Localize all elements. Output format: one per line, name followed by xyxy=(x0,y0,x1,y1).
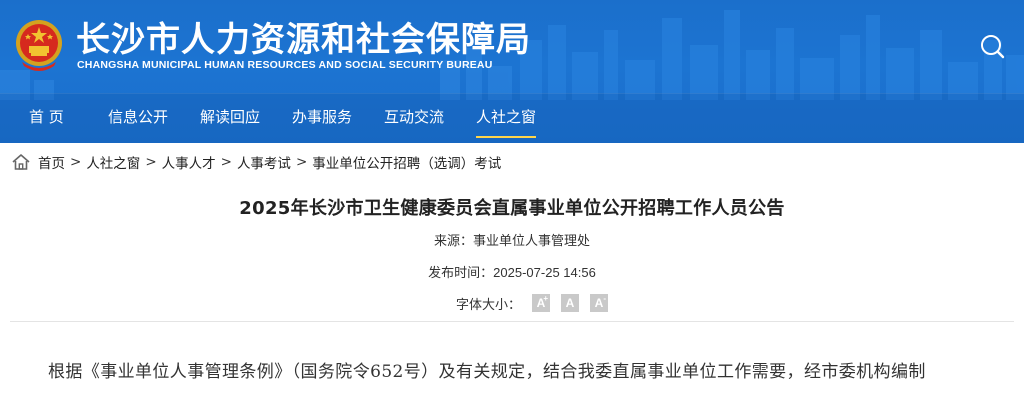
nav-item-hr-window[interactable]: 人社之窗 xyxy=(476,94,537,143)
published-label: 发布时间： xyxy=(428,266,494,281)
breadcrumb-hr-exam[interactable]: 人事考试 xyxy=(237,152,291,172)
article-title: 2025年长沙市卫生健康委员会直属事业单位公开招聘工作人员公告 xyxy=(239,198,785,219)
nav-item-interaction[interactable]: 互动交流 xyxy=(384,94,444,143)
article-source: 来源：事业单位人事管理处 xyxy=(0,230,1024,249)
breadcrumb-hr-talent[interactable]: 人事人才 xyxy=(162,152,216,172)
article-body-paragraph: 根据《事业单位人事管理条例》（国务院令652号）及有关规定，结合我委直属事业单位… xyxy=(48,362,926,382)
breadcrumb-separator: > xyxy=(220,154,232,170)
font-default-button[interactable]: A xyxy=(561,294,579,312)
font-decrease-button[interactable]: A- xyxy=(590,294,608,312)
site-subtitle: CHANGSHA MUNICIPAL HUMAN RESOURCES AND S… xyxy=(77,59,493,71)
nav-item-services[interactable]: 办事服务 xyxy=(292,94,352,143)
article-published-time: 发布时间：2025-07-25 14:56 xyxy=(0,262,1024,281)
site-header: 长沙市人力资源和社会保障局 CHANGSHA MUNICIPAL HUMAN R… xyxy=(0,0,1024,143)
font-increase-button[interactable]: A + xyxy=(532,294,550,312)
main-navigation: 首 页 信息公开 解读回应 办事服务 互动交流 人社之窗 xyxy=(0,93,1024,143)
breadcrumb-separator: > xyxy=(295,154,308,170)
national-emblem-icon xyxy=(16,20,62,71)
font-size-label: 字体大小： xyxy=(455,297,521,313)
breadcrumb-separator: > xyxy=(145,154,157,170)
search-icon[interactable] xyxy=(978,32,1006,60)
breadcrumb: 首页 > 人社之窗 > 人事人才 > 人事考试 > 事业单位公开招聘（选调）考试 xyxy=(10,151,501,173)
home-icon[interactable] xyxy=(10,151,32,173)
font-size-controls: 字体大小： A + A A- xyxy=(0,292,1024,314)
nav-item-home[interactable]: 首 页 xyxy=(29,94,64,143)
source-value: 事业单位人事管理处 xyxy=(473,234,591,249)
source-label: 来源： xyxy=(433,234,473,249)
breadcrumb-separator: > xyxy=(70,154,82,170)
nav-item-interpretation[interactable]: 解读回应 xyxy=(200,94,260,143)
site-title: 长沙市人力资源和社会保障局 xyxy=(76,20,531,60)
breadcrumb-current[interactable]: 事业单位公开招聘（选调）考试 xyxy=(312,152,501,172)
content-divider xyxy=(10,321,1014,322)
nav-item-info-disclosure[interactable]: 信息公开 xyxy=(108,94,168,143)
published-value: 2025-07-25 14:56 xyxy=(493,265,596,280)
breadcrumb-home[interactable]: 首页 xyxy=(38,152,65,172)
breadcrumb-hr-window[interactable]: 人社之窗 xyxy=(86,152,140,172)
